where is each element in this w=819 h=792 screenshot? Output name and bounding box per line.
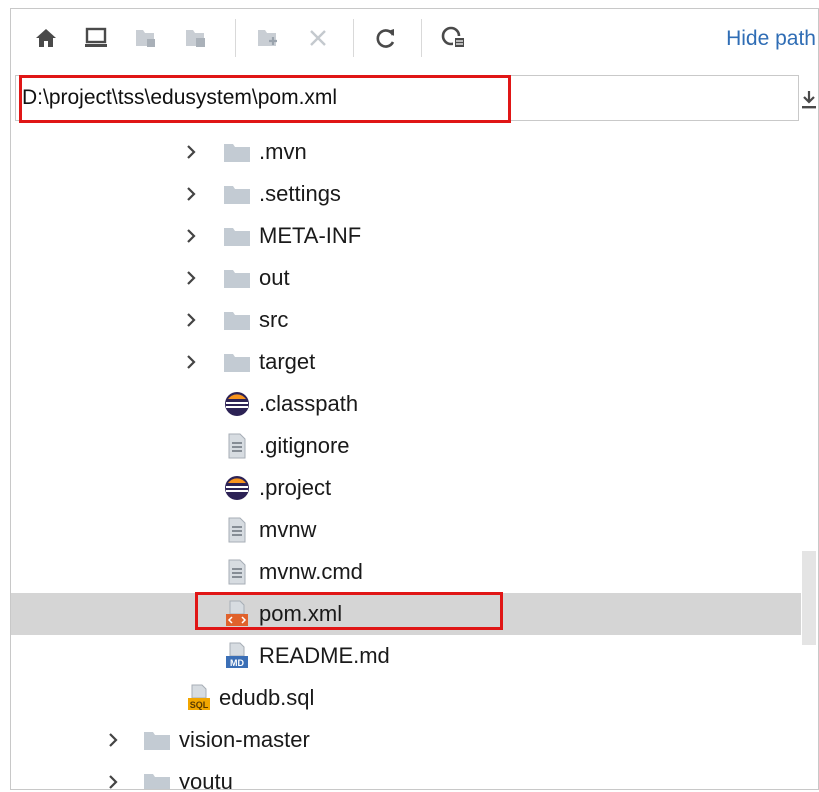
new-folder-icon[interactable] bbox=[253, 23, 283, 53]
tree-file-row[interactable]: .classpath bbox=[11, 383, 801, 425]
tree-folder-row[interactable]: vision-master bbox=[11, 719, 801, 761]
refresh-icon[interactable] bbox=[371, 23, 401, 53]
tree-file-row[interactable]: mvnw bbox=[11, 509, 801, 551]
tree-file-row[interactable]: pom.xml bbox=[11, 593, 801, 635]
tree-item-label: .gitignore bbox=[259, 433, 350, 458]
show-hidden-icon[interactable] bbox=[439, 23, 469, 53]
toolbar-separator bbox=[235, 19, 236, 57]
tree-folder-row[interactable]: out bbox=[11, 257, 801, 299]
folder-icon bbox=[223, 180, 251, 208]
folder-icon bbox=[223, 348, 251, 376]
chevron-right-icon[interactable] bbox=[105, 732, 121, 748]
hide-path-link[interactable]: Hide path bbox=[726, 27, 816, 51]
tree-item-label: META-INF bbox=[259, 223, 362, 248]
vertical-scrollbar[interactable] bbox=[800, 131, 818, 789]
svg-text:SQL: SQL bbox=[190, 700, 209, 710]
tree-file-row[interactable]: MD README.md bbox=[11, 635, 801, 677]
path-input[interactable] bbox=[22, 84, 502, 112]
chevron-right-icon[interactable] bbox=[183, 228, 199, 244]
tree-folder-row[interactable]: youtu bbox=[11, 761, 801, 790]
toolbar: Hide path bbox=[11, 9, 818, 67]
tree-item-label: mvnw.cmd bbox=[259, 559, 363, 584]
tree-folder-row[interactable]: src bbox=[11, 299, 801, 341]
tree-item-label: .mvn bbox=[259, 139, 307, 164]
tree-file-row[interactable]: SQL edudb.sql bbox=[11, 677, 801, 719]
module-folder-icon[interactable] bbox=[181, 23, 211, 53]
chevron-right-icon[interactable] bbox=[183, 354, 199, 370]
tree-item-label: youtu bbox=[179, 769, 233, 790]
home-icon[interactable] bbox=[31, 23, 61, 53]
chevron-right-icon[interactable] bbox=[105, 774, 121, 789]
folder-icon bbox=[223, 264, 251, 292]
text-file-icon bbox=[223, 558, 251, 586]
folder-icon bbox=[143, 726, 171, 754]
tree-folder-row[interactable]: target bbox=[11, 341, 801, 383]
tree-item-label: pom.xml bbox=[259, 601, 343, 626]
tree-item-label: mvnw bbox=[259, 517, 317, 542]
chevron-right-icon[interactable] bbox=[183, 312, 199, 328]
eclipse-file-icon bbox=[223, 474, 251, 502]
download-icon[interactable] bbox=[801, 83, 817, 115]
sql-file-icon: SQL bbox=[185, 684, 213, 712]
tree-file-row[interactable]: mvnw.cmd bbox=[11, 551, 801, 593]
tree-file-row[interactable]: .gitignore bbox=[11, 425, 801, 467]
tree-folder-row[interactable]: META-INF bbox=[11, 215, 801, 257]
tree-file-row[interactable]: .project bbox=[11, 467, 801, 509]
tree-item-label: edudb.sql bbox=[219, 685, 315, 710]
markdown-file-icon: MD bbox=[223, 642, 251, 670]
tree-item-label: out bbox=[259, 265, 290, 290]
folder-icon bbox=[143, 768, 171, 789]
tree-item-label: target bbox=[259, 349, 316, 374]
tree-item-label: vision-master bbox=[179, 727, 310, 752]
tree-item-label: .classpath bbox=[259, 391, 359, 416]
desktop-icon[interactable] bbox=[81, 23, 111, 53]
folder-icon bbox=[223, 222, 251, 250]
chevron-right-icon[interactable] bbox=[183, 144, 199, 160]
path-bar bbox=[15, 75, 799, 121]
eclipse-file-icon bbox=[223, 390, 251, 418]
toolbar-separator bbox=[421, 19, 422, 57]
tree-item-label: .project bbox=[259, 475, 332, 500]
tree-folder-row[interactable]: .mvn bbox=[11, 131, 801, 173]
folder-icon bbox=[223, 138, 251, 166]
svg-text:MD: MD bbox=[230, 658, 244, 668]
text-file-icon bbox=[223, 432, 251, 460]
text-file-icon bbox=[223, 516, 251, 544]
tree-item-label: .settings bbox=[259, 181, 341, 206]
tree-folder-row[interactable]: .settings bbox=[11, 173, 801, 215]
file-chooser-panel: Hide path .mvn .settings META-INF out src tar… bbox=[10, 8, 819, 790]
tree-item-label: README.md bbox=[259, 643, 390, 668]
delete-icon[interactable] bbox=[303, 23, 333, 53]
chevron-right-icon[interactable] bbox=[183, 270, 199, 286]
project-folder-icon[interactable] bbox=[131, 23, 161, 53]
xml-file-icon bbox=[223, 600, 251, 628]
scrollbar-thumb[interactable] bbox=[802, 551, 816, 645]
tree-item-label: src bbox=[259, 307, 289, 332]
folder-icon bbox=[223, 306, 251, 334]
chevron-right-icon[interactable] bbox=[183, 186, 199, 202]
toolbar-separator bbox=[353, 19, 354, 57]
